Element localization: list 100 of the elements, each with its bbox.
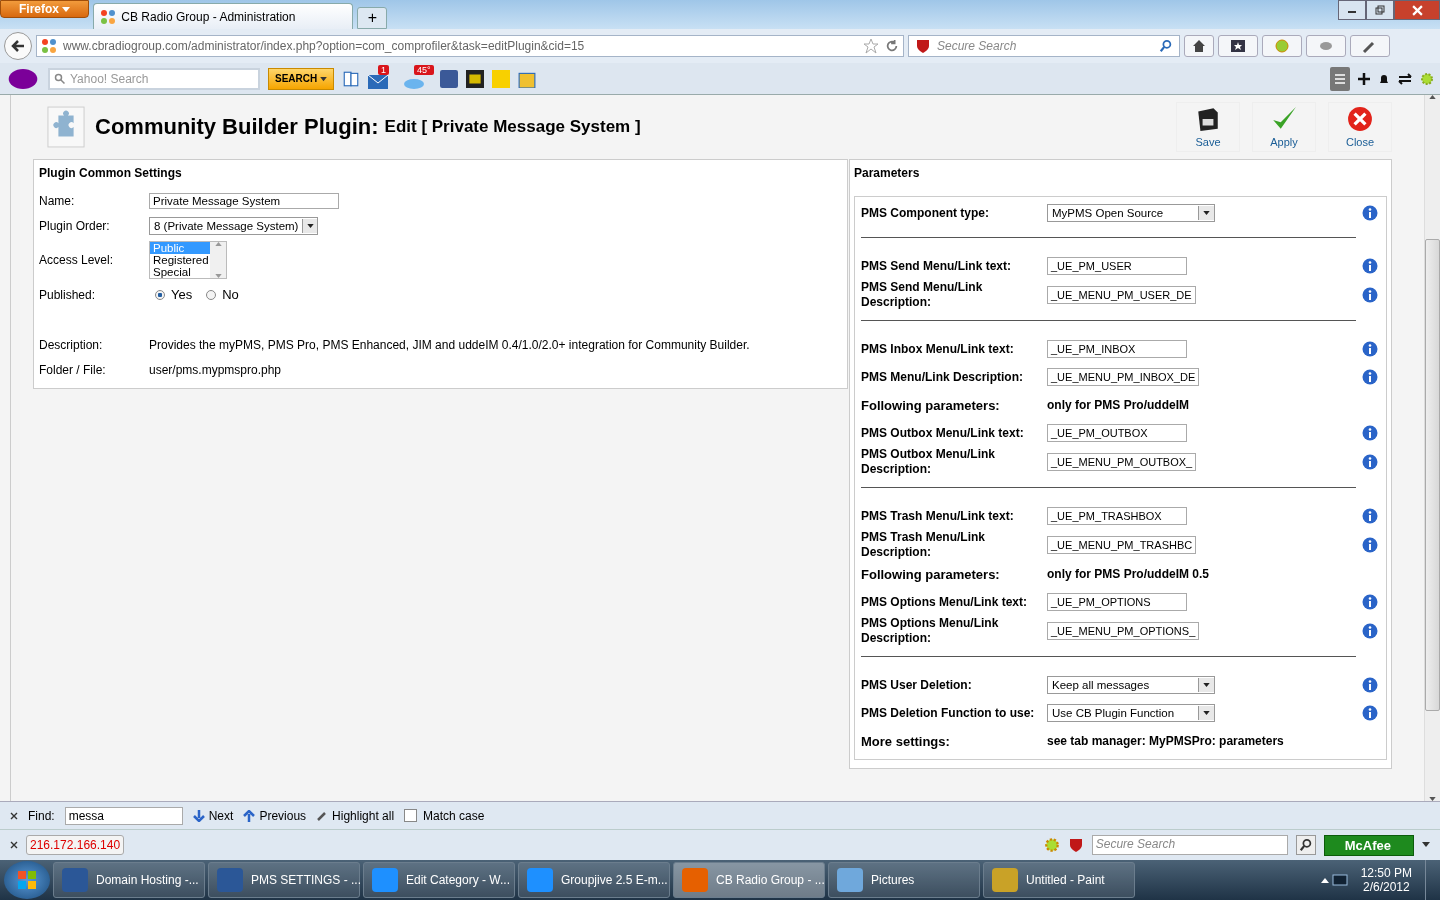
info-icon[interactable] — [1362, 537, 1378, 553]
text-field[interactable]: _UE_PM_OPTIONS — [1047, 593, 1187, 611]
info-icon[interactable] — [1362, 258, 1378, 274]
star-icon[interactable] — [863, 38, 879, 54]
mail-badge: 1 — [378, 64, 390, 75]
swap-icon[interactable] — [1398, 72, 1412, 85]
down-arrow-icon — [192, 809, 205, 822]
find-field[interactable]: messa — [64, 806, 183, 825]
list-button[interactable] — [1330, 66, 1350, 91]
parameter-label: PMS Deletion Function to use: — [861, 705, 1036, 721]
dropdown-select[interactable]: Keep all messages — [1047, 676, 1215, 694]
radio-option[interactable]: No — [200, 287, 239, 302]
search-field[interactable]: Secure Search — [1091, 835, 1288, 855]
taskbar-item[interactable]: Untitled - Paint — [983, 862, 1135, 898]
text-field[interactable]: _UE_MENU_PM_USER_DE — [1047, 286, 1196, 304]
info-icon[interactable] — [1362, 287, 1378, 303]
scrollbar[interactable] — [1424, 95, 1440, 801]
clock[interactable]: 12:50 PM 2/6/2012 — [1350, 866, 1422, 894]
dropdown-select[interactable]: MyPMS Open Source — [1047, 204, 1215, 222]
toolbar-button[interactable]: Save — [1176, 102, 1240, 152]
taskbar-item[interactable]: Edit Category - W... — [363, 862, 515, 898]
list-option[interactable]: Special — [150, 266, 210, 278]
taskbar-item[interactable]: Pictures — [828, 862, 980, 898]
taskbar-item[interactable]: PMS SETTINGS - ... — [208, 862, 360, 898]
info-icon[interactable] — [1362, 205, 1378, 221]
search-icon — [54, 72, 66, 85]
close-icon[interactable] — [10, 811, 18, 820]
close-button[interactable] — [1394, 0, 1440, 20]
text-field[interactable]: _UE_MENU_PM_OUTBOX_ — [1047, 453, 1197, 471]
dropdown-arrow-icon — [1203, 711, 1210, 715]
address-bar[interactable]: www.cbradiogroup.com/administrator/index.php?option=com_comprofiler&task=editPlugin&cid=15 — [36, 35, 904, 57]
info-icon[interactable] — [1362, 705, 1378, 721]
up-arrow-icon — [243, 809, 256, 822]
plus-icon[interactable] — [1358, 72, 1370, 85]
previous-button[interactable]: Previous — [243, 808, 307, 823]
list-option[interactable]: Registered — [150, 254, 210, 266]
caret-icon[interactable] — [1320, 877, 1329, 883]
puzzle-piece-icon — [47, 105, 85, 149]
toolbar-button[interactable]: Close — [1328, 102, 1392, 152]
text-field[interactable]: _UE_PM_OUTBOX — [1047, 424, 1187, 442]
next-button[interactable]: Next — [192, 808, 234, 823]
checkbox-label: Match case — [423, 808, 485, 823]
search-button[interactable]: SEARCH — [268, 67, 334, 90]
weather-badge: 45° — [414, 64, 434, 75]
parameter-label: PMS Send Menu/Link text: — [861, 258, 1012, 274]
info-icon[interactable] — [1362, 508, 1378, 524]
name-field[interactable]: Private Message System — [149, 192, 339, 209]
taskbar-item[interactable]: CB Radio Group - ... — [673, 862, 825, 898]
match-case-checkbox[interactable]: Match case — [404, 808, 485, 823]
text-field[interactable]: _UE_PM_INBOX — [1047, 340, 1187, 358]
info-icon[interactable] — [1362, 454, 1378, 470]
text-field[interactable]: _UE_MENU_PM_OPTIONS_ — [1047, 622, 1200, 640]
info-icon[interactable] — [1362, 425, 1378, 441]
plugin-order-select[interactable]: 8 (Private Message System) — [149, 216, 318, 235]
restore-button[interactable] — [1366, 0, 1394, 20]
shield-icon[interactable] — [1067, 837, 1084, 853]
text-field[interactable]: _UE_MENU_PM_TRASHBC — [1047, 536, 1197, 554]
parameter-label: PMS Trash Menu/Link Description: — [861, 530, 987, 560]
search-button[interactable] — [1295, 835, 1316, 855]
bookmarks-button[interactable] — [1218, 35, 1258, 57]
new-tab-button[interactable]: + — [357, 7, 388, 29]
parameter-label: More settings: — [861, 733, 951, 749]
toolbar-button[interactable]: Apply — [1252, 102, 1316, 152]
dropdown-arrow-icon[interactable] — [1422, 842, 1430, 848]
minimize-button[interactable] — [1338, 0, 1366, 20]
search-icon[interactable] — [1159, 39, 1173, 53]
radio-option[interactable]: Yes — [149, 287, 193, 302]
checkbox[interactable] — [404, 809, 418, 822]
weather-button[interactable]: 45° — [404, 68, 432, 89]
access-level-listbox[interactable]: Public Registered Special — [149, 241, 227, 279]
info-icon[interactable] — [1362, 594, 1378, 610]
radio-button[interactable] — [206, 289, 217, 300]
marker-icon — [316, 809, 329, 822]
search-placeholder: Yahoo! Search — [70, 71, 149, 86]
highlight-all-button[interactable]: Highlight all — [316, 808, 395, 823]
back-button[interactable] — [4, 32, 32, 60]
info-icon[interactable] — [1362, 341, 1378, 357]
parameter-label: PMS Inbox Menu/Link text: — [861, 341, 1015, 357]
start-button[interactable] — [4, 861, 50, 899]
info-icon[interactable] — [1362, 623, 1378, 639]
close-icon — [1347, 106, 1373, 132]
network-icon[interactable] — [1331, 872, 1348, 888]
taskbar-item[interactable]: Groupjive 2.5 E-m... — [518, 862, 670, 898]
bell-icon[interactable] — [1378, 72, 1390, 85]
home-button[interactable] — [1184, 35, 1214, 57]
eyedropper-button[interactable] — [1350, 35, 1390, 57]
text-field[interactable]: _UE_PM_TRASHBOX — [1047, 507, 1187, 525]
info-icon[interactable] — [1362, 369, 1378, 385]
security-status-badge[interactable]: McAfee — [1323, 834, 1414, 856]
text-field[interactable]: _UE_MENU_PM_INBOX_DE — [1047, 368, 1200, 386]
close-icon[interactable] — [10, 841, 18, 849]
reload-icon[interactable] — [885, 39, 899, 53]
dropdown-select[interactable]: Use CB Plugin Function — [1047, 704, 1215, 722]
taskbar-item[interactable]: Domain Hosting -... — [53, 862, 205, 898]
info-icon[interactable] — [1362, 677, 1378, 693]
search-field[interactable]: Secure Search — [908, 35, 1180, 57]
field-label: Published: — [39, 287, 97, 302]
text-field[interactable]: _UE_PM_USER — [1047, 257, 1187, 275]
radio-button[interactable] — [155, 289, 165, 300]
browser-tab[interactable]: CB Radio Group - Administration — [93, 3, 354, 29]
